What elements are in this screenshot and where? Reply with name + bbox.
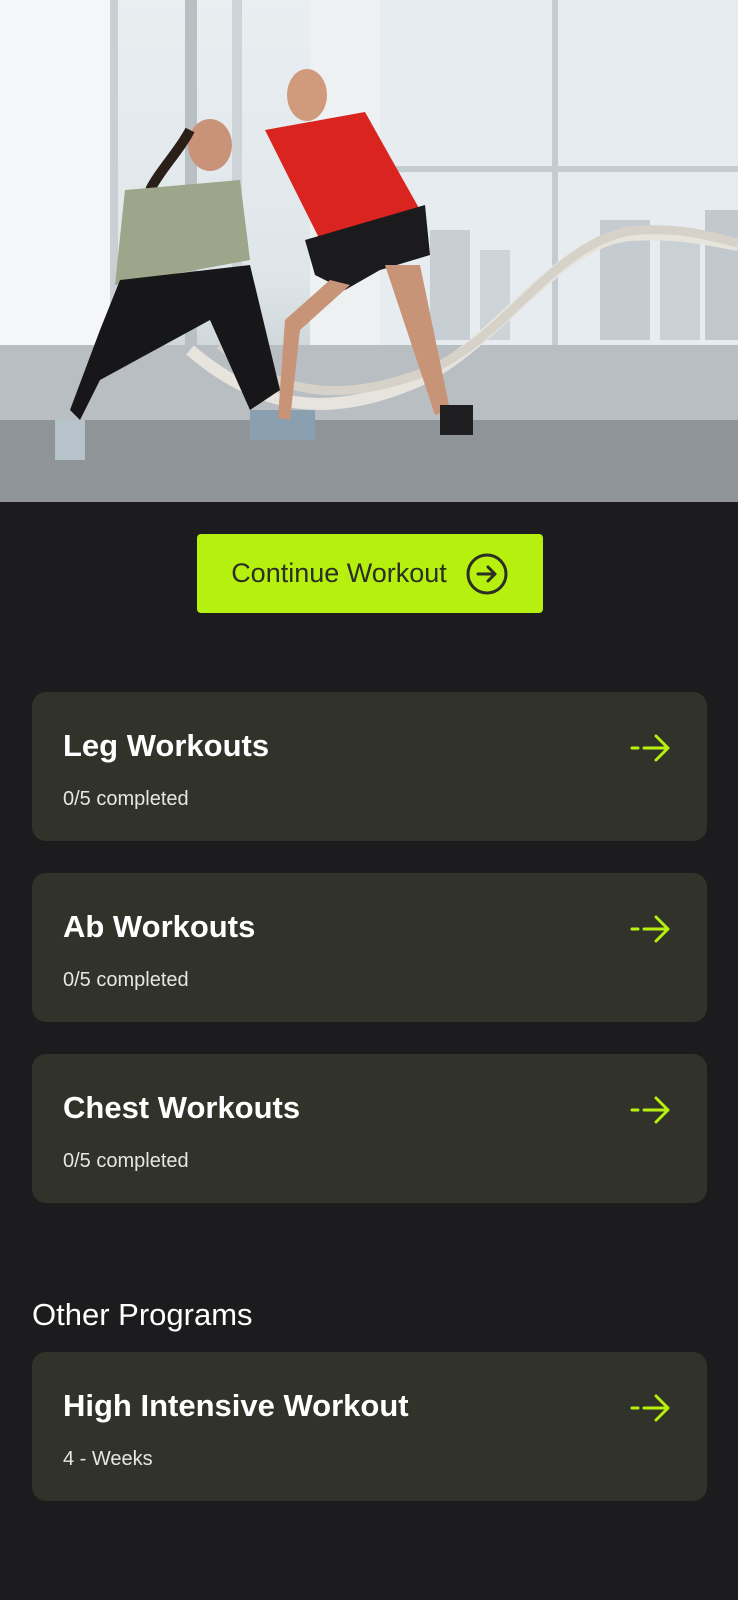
workout-card-progress: 0/5 completed (63, 969, 189, 991)
arrow-circle-right-icon (466, 553, 508, 594)
workout-card-title: Ab Workouts (63, 909, 256, 944)
continue-workout-label: Continue Workout (231, 558, 447, 588)
workout-card-title: Chest Workouts (63, 1090, 301, 1125)
workout-card-progress: 0/5 completed (63, 788, 189, 810)
arrow-right-icon (630, 1394, 670, 1422)
workout-card-ab[interactable]: Ab Workouts 0/5 completed (32, 873, 707, 1022)
arrow-right-icon (630, 1096, 670, 1124)
arrow-right-icon (630, 915, 670, 943)
workout-photo (0, 0, 738, 502)
hero-image (0, 0, 738, 502)
workout-card-progress: 0/5 completed (63, 1150, 189, 1172)
workout-card-leg[interactable]: Leg Workouts 0/5 completed (32, 692, 707, 841)
program-card-high-intensive[interactable]: High Intensive Workout 4 - Weeks (32, 1352, 707, 1501)
other-programs-heading: Other Programs (32, 1297, 253, 1332)
program-card-title: High Intensive Workout (63, 1388, 409, 1423)
workout-card-chest[interactable]: Chest Workouts 0/5 completed (32, 1054, 707, 1203)
arrow-right-icon (630, 734, 670, 762)
continue-workout-button[interactable]: Continue Workout (197, 534, 543, 613)
program-card-duration: 4 - Weeks (63, 1448, 153, 1470)
workout-card-title: Leg Workouts (63, 728, 270, 763)
